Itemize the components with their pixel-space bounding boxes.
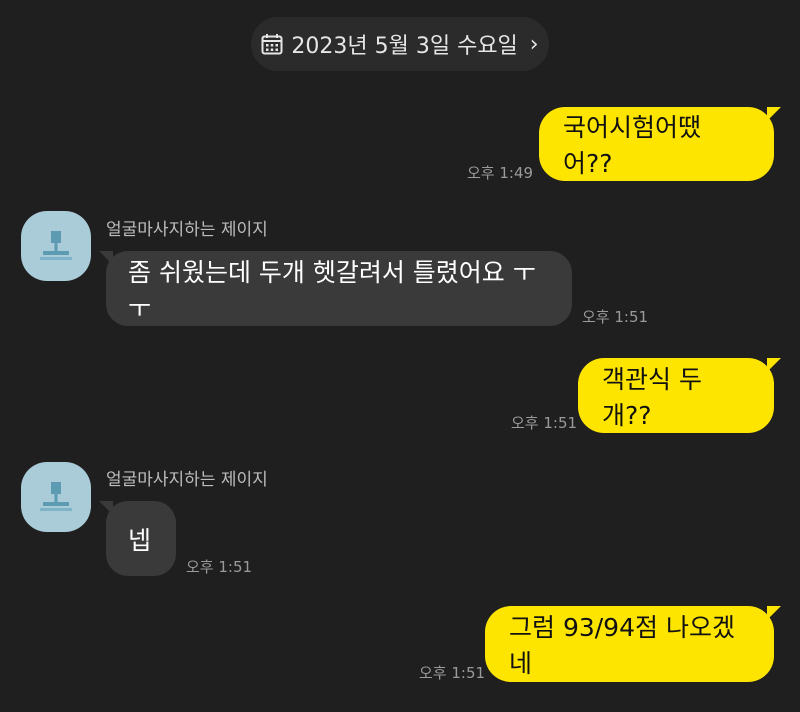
message-bubble-outgoing[interactable]: 국어시험어땠어??	[539, 107, 781, 181]
message-time: 오후 1:49	[467, 164, 534, 182]
default-profile-icon	[40, 482, 72, 511]
avatar[interactable]	[21, 462, 91, 532]
message-time: 오후 1:51	[582, 308, 649, 326]
message-time: 오후 1:51	[186, 558, 253, 576]
message-bubble-incoming[interactable]: 좀 쉬웠는데 두개 헷갈려서 틀렸어요 ㅜㅜ	[99, 251, 572, 326]
message-time: 오후 1:51	[511, 414, 578, 432]
calendar-icon	[261, 34, 283, 55]
avatar[interactable]	[21, 211, 91, 281]
message-text: 국어시험어땠어??	[563, 113, 702, 178]
date-header[interactable]: 2023년 5월 3일 수요일 ›	[251, 17, 549, 71]
message-time: 오후 1:51	[419, 664, 486, 682]
message-text: 넵	[128, 525, 152, 555]
message-bubble-outgoing[interactable]: 객관식 두 개??	[578, 358, 781, 433]
message-bubble-incoming[interactable]: 넵	[99, 501, 176, 576]
message-text: 그럼 93/94점 나오겠네	[509, 613, 735, 678]
sender-name: 얼굴마사지하는 제이지	[106, 470, 268, 490]
message-bubble-outgoing[interactable]: 그럼 93/94점 나오겠네	[485, 606, 781, 682]
chevron-right-icon: ›	[529, 31, 539, 57]
message-text: 객관식 두 개??	[602, 364, 702, 430]
date-label: 2023년 5월 3일 수요일	[291, 34, 518, 59]
default-profile-icon	[40, 231, 72, 260]
message-text: 좀 쉬웠는데 두개 헷갈려서 틀렸어요 ㅜㅜ	[128, 257, 536, 323]
sender-name: 얼굴마사지하는 제이지	[106, 220, 268, 240]
